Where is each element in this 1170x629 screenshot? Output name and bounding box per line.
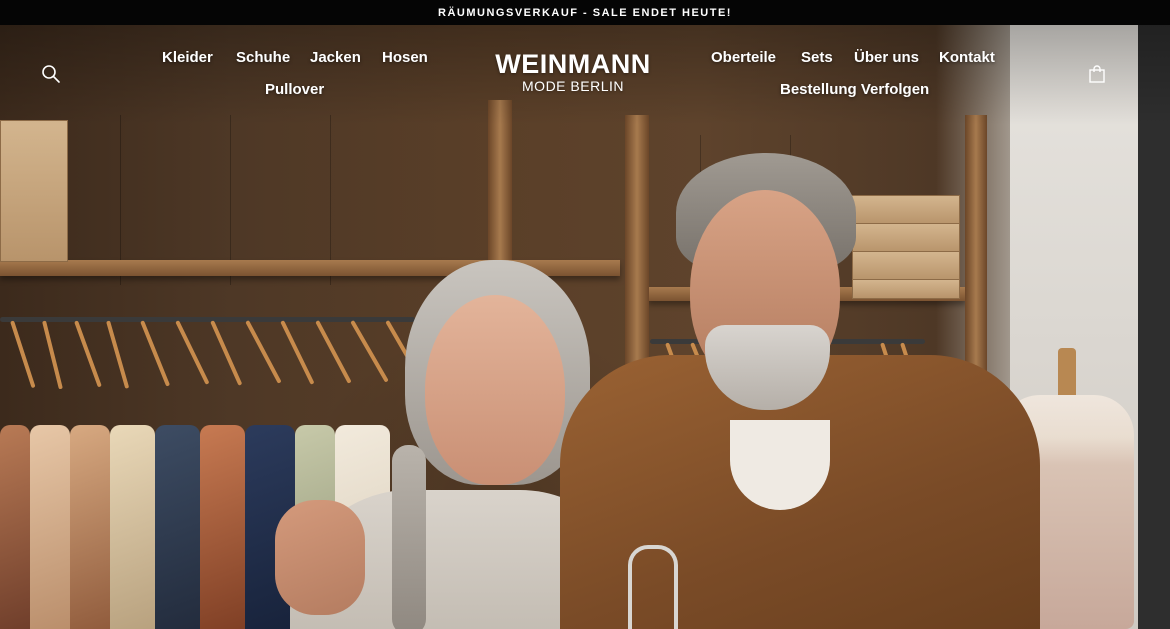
- announcement-bar: RÄUMUNGSVERKAUF - SALE ENDET HEUTE!: [0, 0, 1170, 25]
- nav-link-pullover[interactable]: Pullover: [265, 81, 324, 98]
- nav-link-jacken[interactable]: Jacken: [310, 49, 361, 66]
- nav-link-kontakt[interactable]: Kontakt: [939, 49, 995, 66]
- storage-box: [850, 195, 960, 225]
- nav-link-sets[interactable]: Sets: [801, 49, 833, 66]
- woman-face: [425, 295, 565, 485]
- announcement-text: RÄUMUNGSVERKAUF - SALE ENDET HEUTE!: [438, 6, 732, 19]
- search-icon[interactable]: [41, 64, 61, 84]
- nav-link-oberteile[interactable]: Oberteile: [711, 49, 776, 66]
- nav-link-hosen[interactable]: Hosen: [382, 49, 428, 66]
- site-logo[interactable]: WEINMANN MODE BERLIN: [490, 50, 656, 94]
- logo-subtitle: MODE BERLIN: [522, 78, 624, 94]
- nav-link-schuhe[interactable]: Schuhe: [236, 49, 290, 66]
- nav-link-ueber-uns[interactable]: Über uns: [854, 49, 919, 66]
- storage-box: [852, 251, 960, 281]
- storage-box: [852, 279, 960, 299]
- storage-box: [852, 223, 960, 253]
- storage-box: [0, 120, 68, 262]
- nav-link-kleider[interactable]: Kleider: [162, 49, 213, 66]
- logo-name: WEINMANN: [495, 49, 651, 79]
- nav-link-bestellung-verfolgen[interactable]: Bestellung Verfolgen: [780, 81, 929, 98]
- shopping-bag-icon[interactable]: [1087, 64, 1107, 84]
